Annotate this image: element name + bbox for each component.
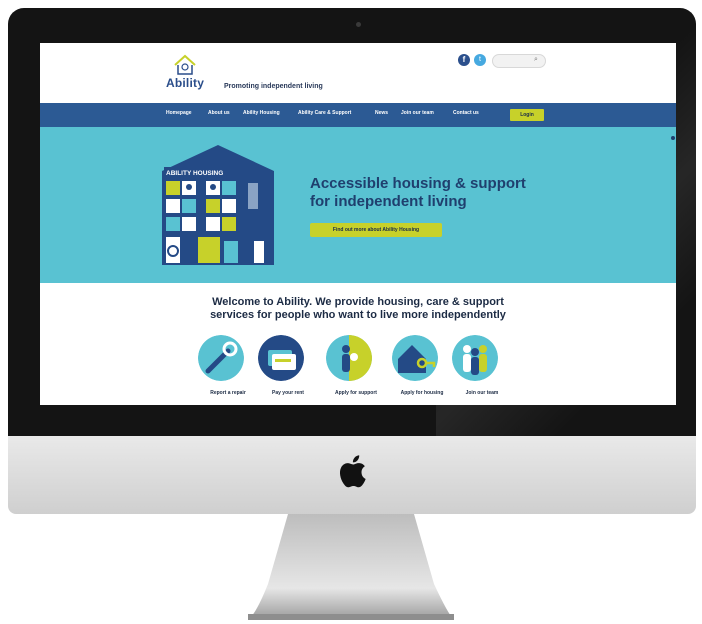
hero-title-line2: for independent living xyxy=(310,193,467,210)
hero-banner: ABILITY HOUSING Accessible housing & sup… xyxy=(40,127,676,283)
service-label: Apply for support xyxy=(335,390,377,396)
scroll-indicator[interactable] xyxy=(671,136,675,140)
house-key-icon[interactable] xyxy=(392,335,438,381)
welcome-text: Welcome to Ability. We provide housing, … xyxy=(40,296,676,322)
service-label: Apply for housing xyxy=(400,390,444,396)
main-nav xyxy=(40,103,676,127)
service-label: Join our team xyxy=(465,390,499,396)
illustration-label: ABILITY HOUSING xyxy=(166,170,223,177)
nav-item-contact-us[interactable]: Contact us xyxy=(453,110,479,116)
wrench-icon[interactable] xyxy=(198,335,244,381)
service-pay-rent[interactable]: Pay your rent xyxy=(258,335,318,396)
nav-item-about-us[interactable]: About us xyxy=(208,110,230,116)
nav-item-homepage[interactable]: Homepage xyxy=(166,110,192,116)
ability-housing-illustration: ABILITY HOUSING xyxy=(162,145,274,265)
find-out-more-button[interactable]: Find out more about Ability Housing xyxy=(310,223,442,237)
ability-logo-icon[interactable] xyxy=(172,53,198,75)
facebook-icon[interactable]: f xyxy=(458,54,470,66)
webcam-icon xyxy=(356,22,361,27)
service-label: Pay your rent xyxy=(272,390,304,396)
nav-item-news[interactable]: News xyxy=(375,110,388,116)
logo-text[interactable]: Ability xyxy=(166,76,204,90)
service-label: Report a repair xyxy=(210,390,246,396)
nav-item-ability-housing[interactable]: Ability Housing xyxy=(243,110,280,116)
service-apply-housing[interactable]: Apply for housing xyxy=(392,335,452,396)
person-support-icon[interactable] xyxy=(326,335,372,381)
welcome-line2: services for people who want to live mor… xyxy=(210,309,506,321)
monitor-stand xyxy=(248,514,454,620)
website-screen: Ability Promoting independent living f t… xyxy=(40,43,676,405)
card-icon[interactable] xyxy=(258,335,304,381)
nav-item-join-our-team[interactable]: Join our team xyxy=(401,110,434,116)
hero-title-line1: Accessible housing & support xyxy=(310,175,526,192)
service-report-repair[interactable]: Report a repair xyxy=(198,335,258,396)
apple-logo-icon xyxy=(339,455,366,488)
twitter-icon[interactable]: t xyxy=(474,54,486,66)
service-join-team[interactable]: Join our team xyxy=(452,335,512,396)
hero-title: Accessible housing & support for indepen… xyxy=(310,175,570,211)
service-apply-support[interactable]: Apply for support xyxy=(326,335,386,396)
welcome-line1: Welcome to Ability. We provide housing, … xyxy=(212,296,504,308)
login-button[interactable]: Login xyxy=(510,109,544,121)
team-icon[interactable] xyxy=(452,335,498,381)
tagline: Promoting independent living xyxy=(224,83,323,90)
search-icon[interactable]: ⌕ xyxy=(534,56,538,64)
nav-item-care-support[interactable]: Ability Care & Support xyxy=(298,110,351,116)
